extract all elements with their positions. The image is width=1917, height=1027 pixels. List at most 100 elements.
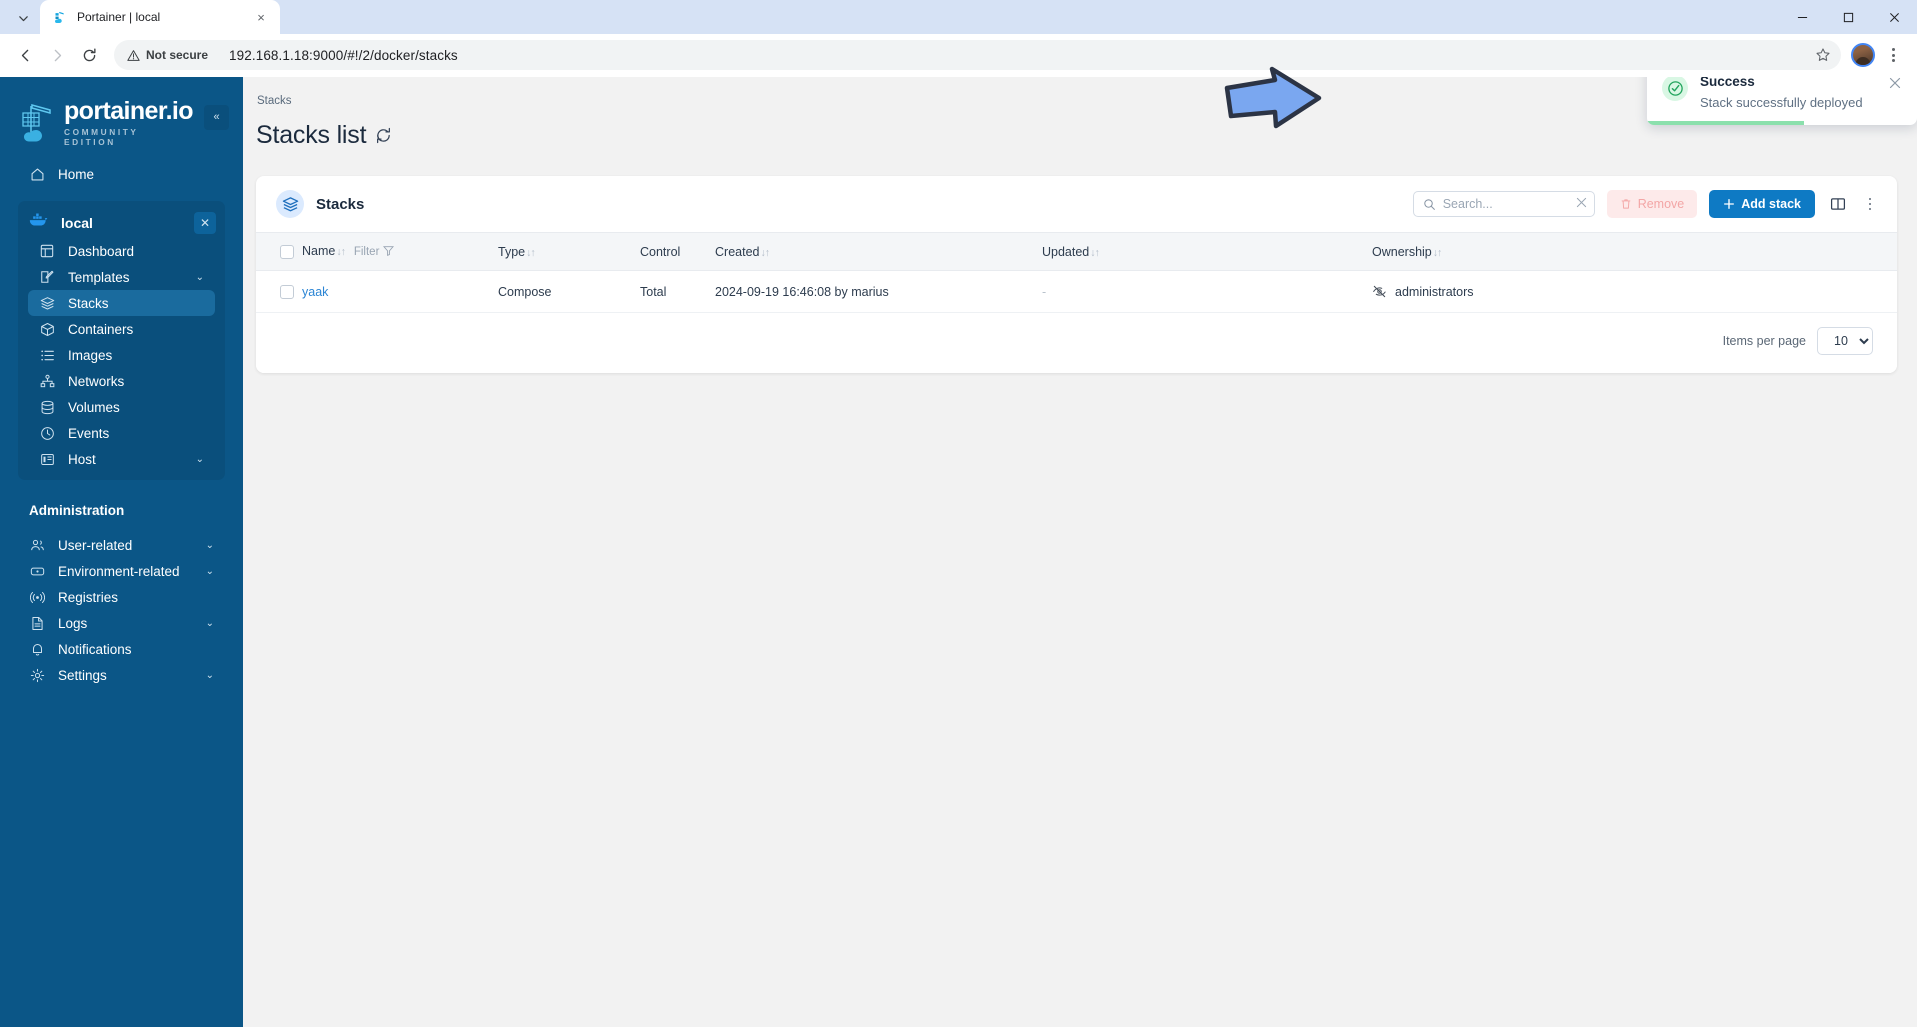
window-minimize-button[interactable]: [1779, 0, 1825, 34]
row-checkbox[interactable]: [280, 284, 294, 299]
sort-arrows-icon[interactable]: ↓↑: [1433, 247, 1442, 259]
sidebar-brand[interactable]: portainer.io COMMUNITY EDITION «: [0, 77, 243, 147]
environment-header[interactable]: local ✕: [18, 208, 225, 238]
search-icon: [1423, 198, 1436, 211]
docker-whale-icon: [29, 213, 49, 233]
security-label: Not secure: [146, 48, 209, 62]
site-security-indicator[interactable]: Not secure: [116, 42, 217, 68]
column-label: Type: [498, 244, 526, 259]
sidebar-item-environment-related[interactable]: Environment-related ⌄: [18, 558, 225, 584]
volumes-icon: [39, 399, 55, 415]
tab-close-icon[interactable]: ×: [252, 8, 270, 26]
main-content: Stacks Stacks list Stacks Search... Remo…: [243, 77, 1917, 1027]
column-header-type[interactable]: Type↓↑: [498, 233, 640, 271]
sort-arrows-icon[interactable]: ↓↑: [1090, 247, 1099, 259]
bookmark-star-icon[interactable]: [1811, 43, 1835, 67]
column-layout-icon[interactable]: [1827, 193, 1849, 215]
environment-close-icon[interactable]: ✕: [194, 212, 216, 234]
sidebar-item-home[interactable]: Home: [18, 161, 225, 187]
column-header-created[interactable]: Created↓↑: [715, 233, 1042, 271]
sidebar-item-label: User-related: [58, 537, 133, 553]
bell-icon: [29, 641, 45, 657]
stack-name-link[interactable]: yaak: [302, 285, 328, 299]
sidebar-item-containers[interactable]: Containers: [28, 316, 215, 342]
add-stack-button[interactable]: Add stack: [1709, 190, 1815, 218]
sidebar-item-label: Containers: [68, 321, 134, 337]
sidebar-item-label: Events: [68, 425, 110, 441]
forward-button: [42, 40, 72, 70]
table-row[interactable]: yaak Compose Total 2024-09-19 16:46:08 b…: [256, 270, 1897, 313]
page-body: portainer.io COMMUNITY EDITION « Home lo…: [0, 77, 1917, 1027]
tab-list-chevron-down-icon[interactable]: [6, 4, 40, 32]
avatar[interactable]: [1851, 43, 1875, 67]
clear-x-icon[interactable]: [1576, 197, 1587, 211]
search-input[interactable]: [1442, 197, 1569, 211]
sidebar-item-label: Images: [68, 347, 113, 363]
kebab-menu-icon[interactable]: [1879, 41, 1907, 69]
add-stack-button-label: Add stack: [1741, 197, 1801, 211]
select-all-checkbox[interactable]: [280, 244, 294, 259]
chevron-down-icon[interactable]: ⌄: [206, 670, 214, 681]
sidebar-item-user-related[interactable]: User-related ⌄: [18, 532, 225, 558]
items-per-page-label: Items per page: [1722, 334, 1806, 348]
card-more-kebab-menu-icon[interactable]: [1861, 193, 1879, 215]
remove-button[interactable]: Remove: [1606, 190, 1698, 218]
funnel-icon[interactable]: [383, 245, 395, 259]
chevron-down-icon[interactable]: ⌄: [206, 540, 214, 551]
containers-icon: [39, 321, 55, 337]
items-per-page-select[interactable]: 10: [1817, 327, 1873, 355]
ownership-value: administrators: [1395, 284, 1474, 299]
toolbar-right-group: [1851, 41, 1907, 69]
sidebar-item-host[interactable]: Host ⌄: [28, 446, 215, 472]
refresh-icon[interactable]: [375, 127, 392, 144]
sidebar-collapse-button[interactable]: «: [204, 104, 229, 130]
sidebar-item-images[interactable]: Images: [28, 342, 215, 368]
toast-body: Success Stack successfully deployed: [1700, 77, 1875, 110]
sidebar-item-stacks[interactable]: Stacks: [28, 290, 215, 316]
stacks-icon: [276, 190, 304, 218]
sidebar-item-settings[interactable]: Settings ⌄: [18, 662, 225, 688]
sort-arrows-icon[interactable]: ↓↑: [336, 246, 345, 258]
column-label: Control: [640, 244, 681, 259]
sort-arrows-icon[interactable]: ↓↑: [760, 247, 769, 259]
column-header-updated[interactable]: Updated↓↑: [1042, 233, 1372, 271]
toast-close-icon[interactable]: [1887, 77, 1903, 91]
browser-tab[interactable]: Portainer | local ×: [40, 0, 280, 34]
cell-ownership: administrators: [1372, 270, 1897, 313]
sidebar-item-registries[interactable]: Registries: [18, 584, 225, 610]
address-bar[interactable]: Not secure 192.168.1.18:9000/#!/2/docker…: [114, 40, 1841, 70]
sidebar-item-events[interactable]: Events: [28, 420, 215, 446]
search-box[interactable]: [1412, 191, 1595, 217]
remove-button-label: Remove: [1637, 197, 1685, 211]
stacks-icon: [39, 295, 55, 311]
sidebar-item-networks[interactable]: Networks: [28, 368, 215, 394]
select-all-header: [256, 233, 302, 271]
tab-title: Portainer | local: [77, 10, 161, 24]
column-header-name[interactable]: Name↓↑ Filter: [302, 233, 498, 271]
filter-label[interactable]: Filter: [354, 246, 380, 258]
column-header-control: Control: [640, 233, 715, 271]
window-close-button[interactable]: [1871, 0, 1917, 34]
portainer-whale-crane-logo: [20, 102, 54, 144]
chevron-down-icon[interactable]: ⌄: [206, 618, 214, 629]
sidebar-item-templates[interactable]: Templates ⌄: [28, 264, 215, 290]
chevron-down-icon[interactable]: ⌄: [196, 272, 204, 283]
chevron-down-icon[interactable]: ⌄: [196, 454, 204, 465]
reload-button[interactable]: [74, 40, 104, 70]
sort-arrows-icon[interactable]: ↓↑: [526, 247, 535, 259]
plus-icon: [1723, 198, 1735, 210]
host-icon: [39, 451, 55, 467]
page-title-row: Stacks list: [256, 121, 1897, 150]
back-button[interactable]: [10, 40, 40, 70]
window-maximize-button[interactable]: [1825, 0, 1871, 34]
sidebar-item-notifications[interactable]: Notifications: [18, 636, 225, 662]
chevron-down-icon[interactable]: ⌄: [206, 566, 214, 577]
column-label: Ownership: [1372, 244, 1432, 259]
column-header-ownership[interactable]: Ownership↓↑: [1372, 233, 1897, 271]
sidebar-item-volumes[interactable]: Volumes: [28, 394, 215, 420]
table-header-row: Name↓↑ Filter Type↓↑ Control Created↓↑ Up: [256, 232, 1897, 271]
sidebar-item-label: Templates: [68, 269, 130, 285]
sidebar-item-dashboard[interactable]: Dashboard: [28, 238, 215, 264]
trash-icon: [1620, 198, 1632, 210]
sidebar-item-logs[interactable]: Logs ⌄: [18, 610, 225, 636]
